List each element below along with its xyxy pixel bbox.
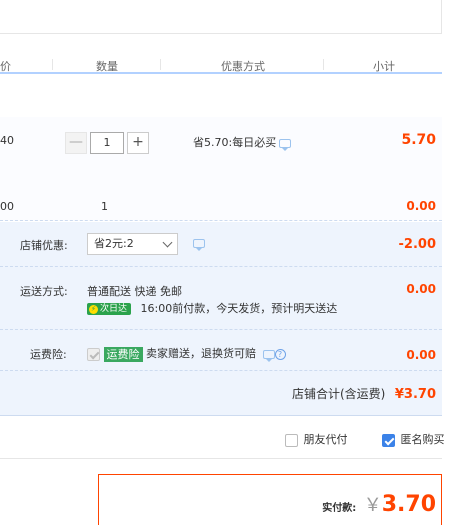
insurance-checkbox[interactable] bbox=[87, 347, 100, 361]
shipping-method: 普通配送 快递 免邮 bbox=[87, 285, 182, 298]
divider bbox=[0, 370, 442, 371]
shop-discount-label: 店铺优惠: bbox=[20, 239, 68, 252]
anonymous-checkbox[interactable] bbox=[382, 433, 395, 447]
chat-icon[interactable] bbox=[262, 349, 275, 362]
friend-pay-label: 朋友代付 bbox=[303, 433, 348, 446]
quantity-stepper: — 1 + bbox=[65, 132, 151, 154]
anonymous-label: 匿名购买 bbox=[400, 433, 445, 446]
order-options bbox=[0, 417, 442, 459]
shop-discount-selected: 省2元:2 bbox=[94, 237, 134, 250]
divider bbox=[0, 329, 442, 330]
column-divider bbox=[52, 59, 53, 70]
payment-label: 实付款: bbox=[322, 503, 357, 514]
next-day-badge: ⚡ 次日达 bbox=[87, 303, 132, 315]
help-icon[interactable]: ? bbox=[274, 348, 286, 360]
discount-chat-icon-wrap bbox=[190, 236, 205, 251]
chat-icon[interactable] bbox=[279, 138, 292, 151]
column-price: 价 bbox=[0, 60, 11, 73]
chevron-down-icon bbox=[162, 237, 173, 248]
friend-pay-checkbox[interactable] bbox=[285, 433, 298, 447]
next-day-text: 次日达 bbox=[100, 304, 128, 314]
currency-symbol: ￥ bbox=[363, 495, 382, 516]
insurance-badge: 运费险 bbox=[103, 346, 143, 362]
column-divider bbox=[160, 59, 161, 70]
shop-total: 店铺合计(含运费) ¥3.70 bbox=[292, 385, 436, 402]
shop-total-label: 店铺合计(含运费) bbox=[292, 387, 386, 401]
column-subtotal: 小计 bbox=[373, 60, 395, 73]
column-header-row: 价 数量 优惠方式 小计 bbox=[0, 56, 442, 74]
shop-total-value: ¥3.70 bbox=[394, 387, 436, 402]
friend-pay-option[interactable]: 朋友代付 bbox=[285, 431, 348, 447]
promo-text: 省5.70:每日必买 bbox=[193, 136, 277, 149]
quantity-minus-button[interactable]: — bbox=[65, 132, 87, 154]
item2-quantity: 1 bbox=[101, 200, 108, 213]
shipping-label: 运送方式: bbox=[20, 285, 68, 298]
shop-discount-value: -2.00 bbox=[398, 237, 436, 252]
column-divider bbox=[323, 59, 324, 70]
bolt-icon: ⚡ bbox=[89, 305, 98, 314]
shop-discount-select[interactable]: 省2元:2 bbox=[87, 233, 178, 255]
item1-promo: 省5.70:每日必买 bbox=[193, 134, 292, 151]
divider bbox=[0, 266, 442, 267]
item1-subtotal: 5.70 bbox=[401, 132, 436, 148]
item2-subtotal: 0.00 bbox=[406, 199, 436, 213]
quantity-input[interactable]: 1 bbox=[90, 132, 124, 154]
item2-price: 00 bbox=[0, 200, 14, 213]
payment-line: 实付款: ￥3.70 bbox=[322, 491, 436, 517]
shipping-note: 16:00前付款，今天发货，预计明天送达 bbox=[140, 302, 338, 315]
chat-icon[interactable] bbox=[193, 238, 205, 251]
item1-price: 40 bbox=[0, 134, 14, 147]
column-quantity: 数量 bbox=[96, 60, 118, 73]
insurance-line: 运费险 卖家赠送，退换货可赔 ? bbox=[87, 345, 286, 362]
anonymous-option[interactable]: 匿名购买 bbox=[382, 431, 445, 447]
quantity-plus-button[interactable]: + bbox=[127, 132, 149, 154]
insurance-desc: 卖家赠送，退换货可赔 bbox=[146, 347, 256, 360]
insurance-value: 0.00 bbox=[406, 348, 436, 362]
shipping-value: 0.00 bbox=[406, 282, 436, 296]
top-panel bbox=[0, 0, 442, 34]
payment-value: 3.70 bbox=[381, 492, 436, 517]
column-discount: 优惠方式 bbox=[221, 60, 265, 73]
shipping-note-line: ⚡ 次日达 16:00前付款，今天发货，预计明天送达 bbox=[87, 300, 337, 316]
insurance-label: 运费险: bbox=[30, 348, 67, 361]
